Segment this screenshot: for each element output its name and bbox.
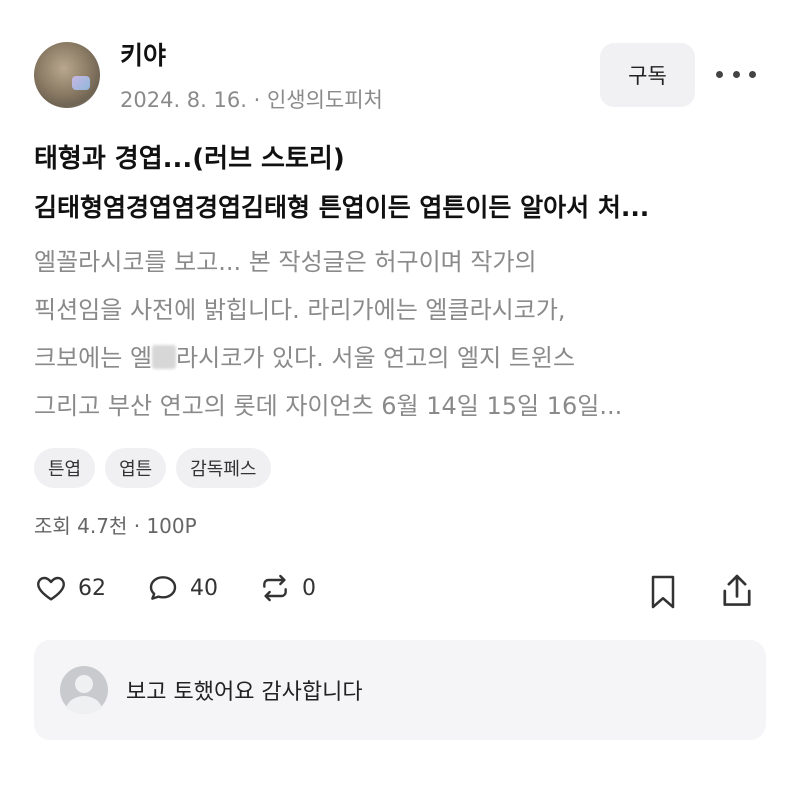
post-title[interactable]: 태형과 경엽...(러브 스토리) [34,138,345,175]
tag-chip[interactable]: 튼엽 [34,448,96,488]
censored-character [152,345,177,369]
body-line: 엘꼴라시코를 보고... 본 작성글은 허구이며 작가의 [34,248,537,276]
meta-separator: · [246,88,267,112]
post-body-preview[interactable]: 엘꼴라시코를 보고... 본 작성글은 허구이며 작가의 픽션임을 사전에 밝힙… [34,238,774,430]
body-line: 그리고 부산 연고의 롯데 자이언츠 6월 14일 15일 16일... [34,392,623,420]
share-icon[interactable] [720,572,754,610]
avatar-detail [72,76,90,90]
post-date: 2024. 8. 16. [120,88,247,112]
stats-separator: · [127,514,147,538]
subscribe-button[interactable]: 구독 [600,43,695,107]
tag-chip[interactable]: 감독페스 [176,448,271,488]
tag-chip[interactable]: 엽튼 [105,448,167,488]
author-avatar[interactable] [34,42,100,108]
more-horizontal-icon[interactable] [716,62,756,86]
point-count: 100P [146,514,197,538]
action-bar: 62 40 0 [34,572,764,612]
post-stats: 조회 4.7천 · 100P [34,510,197,539]
post-category[interactable]: 인생의도피처 [267,88,383,112]
post-meta: 2024. 8. 16. · 인생의도피처 [120,84,383,114]
author-name[interactable]: 키야 [120,36,166,72]
like-button[interactable]: 62 [34,572,106,604]
body-line: 픽션임을 사전에 밝힙니다. 라리가에는 엘클라시코가, [34,296,566,324]
comment-preview[interactable]: 보고 토했어요 감사합니다 [34,640,766,740]
post-subtitle[interactable]: 김태형염경엽염경엽김태형 튼엽이든 엽튼이든 알아서 처... [34,188,649,224]
commenter-avatar [60,666,108,714]
repost-count: 0 [302,575,316,601]
comment-button[interactable]: 40 [146,572,218,604]
comment-text: 보고 토했어요 감사합니다 [126,680,363,705]
body-text-part: 라시코가 있다. 서울 연고의 엘지 트윈스 [176,344,576,372]
body-line: 크보에는 엘 라시코가 있다. 서울 연고의 엘지 트윈스 [34,334,774,382]
repost-button[interactable]: 0 [258,572,316,604]
comment-count: 40 [190,575,218,601]
tag-list: 튼엽 엽튼 감독페스 [34,448,271,488]
bookmark-icon[interactable] [648,574,678,610]
heart-icon [37,576,65,601]
view-count: 조회 4.7천 [34,514,128,538]
body-text-part: 크보에는 엘 [34,344,153,372]
like-count: 62 [78,575,106,601]
repost-icon [263,574,287,602]
comment-icon [149,576,177,600]
